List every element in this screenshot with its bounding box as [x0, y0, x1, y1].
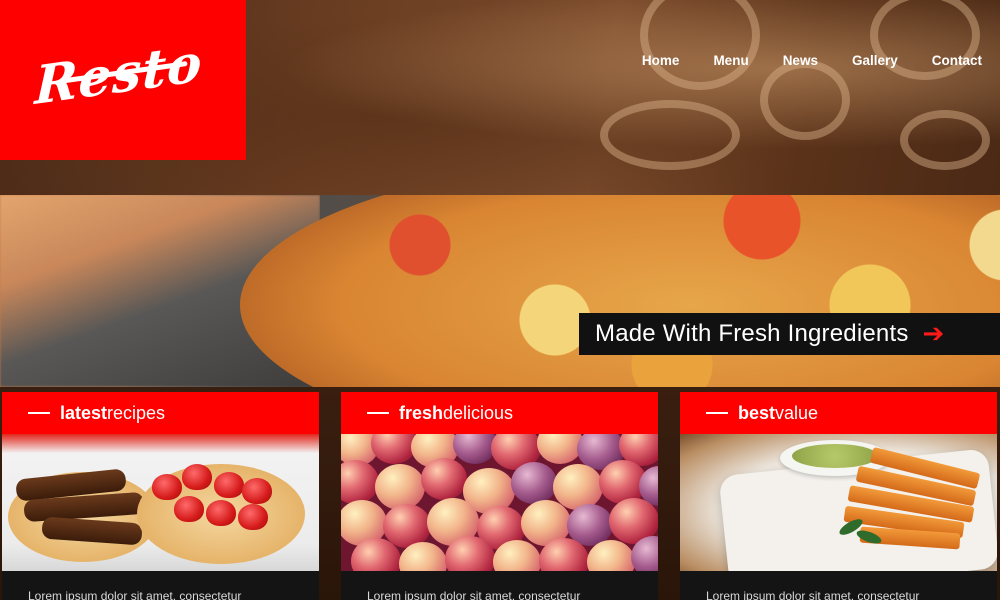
background-noodle-decoration	[870, 0, 980, 80]
card-title: freshdelicious	[399, 402, 514, 423]
nav-home[interactable]: Home	[642, 53, 680, 68]
background-noodle-decoration	[900, 110, 990, 170]
hero-section: Made With Fresh Ingredients ➔	[0, 195, 1000, 387]
card-header: bestvalue	[680, 392, 997, 434]
main-navigation: Home Menu News Gallery Contact	[642, 53, 982, 68]
feature-cards: latestrecipes Lorem ipsum dolor sit amet…	[0, 387, 1000, 600]
card-text: Lorem ipsum dolor sit amet, consectetur	[341, 571, 658, 600]
card-title: latestrecipes	[60, 402, 166, 423]
card-title: bestvalue	[738, 402, 819, 423]
nav-contact[interactable]: Contact	[932, 53, 982, 68]
arrow-right-icon: ➔	[922, 319, 945, 349]
background-noodle-decoration	[640, 0, 760, 90]
nav-menu[interactable]: Menu	[713, 53, 748, 68]
dash-icon	[28, 412, 50, 414]
site-header: Resto Home Menu News Gallery Contact	[0, 0, 1000, 195]
card-header: latestrecipes	[2, 392, 319, 434]
nav-gallery[interactable]: Gallery	[852, 53, 898, 68]
dash-icon	[367, 412, 389, 414]
logo[interactable]: Resto	[0, 0, 246, 160]
background-noodle-decoration	[600, 100, 740, 170]
card-image-recipes	[2, 434, 319, 571]
card-header: freshdelicious	[341, 392, 658, 434]
card-image-fries	[680, 434, 997, 571]
hero-banner-button[interactable]: Made With Fresh Ingredients ➔	[579, 313, 1000, 355]
background-noodle-decoration	[760, 60, 850, 140]
card-best-value[interactable]: bestvalue Lorem ipsum dolor sit amet, co…	[680, 392, 997, 600]
hero-banner-text: Made With Fresh Ingredients	[595, 320, 909, 347]
dash-icon	[706, 412, 728, 414]
nav-news[interactable]: News	[783, 53, 818, 68]
hero-food-image	[240, 195, 1000, 387]
card-text: Lorem ipsum dolor sit amet, consectetur	[2, 571, 319, 600]
card-text: Lorem ipsum dolor sit amet, consectetur	[680, 571, 997, 600]
card-latest-recipes[interactable]: latestrecipes Lorem ipsum dolor sit amet…	[2, 392, 319, 600]
card-image-plums	[341, 434, 658, 571]
card-fresh-delicious[interactable]: freshdelicious Lorem ipsum dolor sit ame…	[341, 392, 658, 600]
